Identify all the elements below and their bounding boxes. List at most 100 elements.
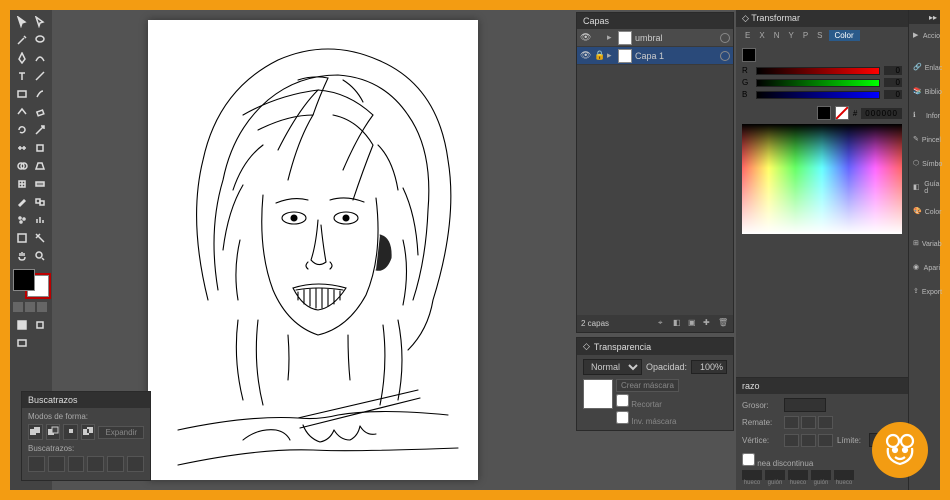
b-slider[interactable]	[756, 91, 880, 99]
g-slider[interactable]	[756, 79, 880, 87]
merge-icon[interactable]	[68, 456, 85, 472]
symbols-panel-icon[interactable]: ⬡Símbo	[909, 152, 940, 176]
width-tool[interactable]	[13, 139, 31, 156]
magic-wand-tool[interactable]	[13, 31, 31, 48]
chevron-right-icon[interactable]: ▸	[607, 50, 615, 61]
object-thumbnail[interactable]	[583, 379, 613, 409]
crop-icon[interactable]	[87, 456, 104, 472]
none-mode-icon[interactable]	[37, 302, 47, 312]
layer-name[interactable]: Capa 1	[635, 51, 717, 61]
trim-icon[interactable]	[48, 456, 65, 472]
minus-front-icon[interactable]	[46, 424, 61, 440]
shaper-tool[interactable]	[13, 103, 31, 120]
blend-tool[interactable]	[32, 193, 50, 210]
column-graph-tool[interactable]	[32, 211, 50, 228]
curvature-tool[interactable]	[32, 49, 50, 66]
target-icon[interactable]	[720, 51, 730, 61]
delete-layer-icon[interactable]: 🗑	[718, 318, 729, 329]
dash-input[interactable]	[742, 470, 762, 480]
appearance-panel-icon[interactable]: ◉Apari	[909, 256, 940, 280]
new-layer-icon[interactable]: ✚	[703, 318, 714, 329]
lasso-tool[interactable]	[32, 31, 50, 48]
g-value[interactable]: 0	[884, 78, 902, 87]
info-panel-icon[interactable]: ℹInfor	[909, 104, 940, 128]
target-icon[interactable]	[720, 33, 730, 43]
zoom-tool[interactable]	[32, 247, 50, 264]
free-transform-tool[interactable]	[32, 139, 50, 156]
actions-panel-icon[interactable]: ▶Accio	[909, 24, 940, 48]
clip-checkbox[interactable]: Recortar	[616, 394, 679, 409]
brushes-panel-icon[interactable]: ✎Pincel	[909, 128, 940, 152]
dash-input[interactable]	[788, 470, 808, 480]
direct-selection-tool[interactable]	[32, 13, 50, 30]
cap-butt-icon[interactable]	[784, 416, 799, 429]
symbol-sprayer-tool[interactable]	[13, 211, 31, 228]
eraser-tool[interactable]	[32, 103, 50, 120]
selection-tool[interactable]	[13, 13, 31, 30]
rotate-tool[interactable]	[13, 121, 31, 138]
pathfinder-header[interactable]: Buscatrazos	[22, 392, 150, 408]
change-screen-icon[interactable]	[32, 334, 50, 351]
type-tool[interactable]	[13, 67, 31, 84]
color-spectrum[interactable]	[742, 124, 902, 234]
perspective-tool[interactable]	[32, 157, 50, 174]
gap-input[interactable]	[765, 470, 785, 480]
invert-checkbox[interactable]: Inv. máscara	[616, 411, 679, 426]
color-mode-c[interactable]: Color	[829, 30, 860, 41]
mesh-tool[interactable]	[13, 175, 31, 192]
asset-export-panel-icon[interactable]: ⇪Export	[909, 280, 940, 304]
expand-button[interactable]: Expandir	[98, 426, 144, 439]
exclude-icon[interactable]	[81, 424, 96, 440]
transform-panel-header[interactable]: ◇ Transformar	[736, 10, 908, 27]
libraries-panel-icon[interactable]: 📚Biblio	[909, 80, 940, 104]
unite-icon[interactable]	[28, 424, 43, 440]
color-guide-panel-icon[interactable]: ◧Guía d	[909, 176, 940, 200]
fill-stroke-swatches[interactable]	[13, 269, 49, 297]
stroke-weight-input[interactable]	[784, 398, 826, 412]
color-mode-x[interactable]: X	[756, 30, 767, 41]
color-mode-y[interactable]: Y	[785, 30, 796, 41]
variables-panel-icon[interactable]: ⊞Variab	[909, 232, 940, 256]
r-slider[interactable]	[756, 67, 880, 75]
strip-expand-icon[interactable]: ▸▸	[909, 10, 940, 24]
line-tool[interactable]	[32, 67, 50, 84]
pen-tool[interactable]	[13, 49, 31, 66]
r-value[interactable]: 0	[884, 66, 902, 75]
visibility-icon[interactable]: 👁	[580, 50, 591, 61]
gradient-tool[interactable]	[32, 175, 50, 192]
artboard-tool[interactable]	[13, 229, 31, 246]
outline-icon[interactable]	[107, 456, 124, 472]
dash-checkbox[interactable]	[742, 453, 755, 466]
rectangle-tool[interactable]	[13, 85, 31, 102]
eyedropper-tool[interactable]	[13, 193, 31, 210]
locate-layer-icon[interactable]: ⌖	[658, 318, 669, 329]
layer-name[interactable]: umbral	[635, 33, 717, 43]
lock-icon[interactable]: 🔒	[594, 50, 604, 61]
hand-tool[interactable]	[13, 247, 31, 264]
gradient-mode-icon[interactable]	[25, 302, 35, 312]
b-value[interactable]: 0	[884, 90, 902, 99]
dash-input[interactable]	[834, 470, 854, 480]
join-round-icon[interactable]	[801, 434, 816, 447]
color-mode-p[interactable]: P	[800, 30, 811, 41]
clip-mask-icon[interactable]: ◧	[673, 318, 684, 329]
scale-tool[interactable]	[32, 121, 50, 138]
minus-back-icon[interactable]	[127, 456, 144, 472]
layer-row[interactable]: 👁 ▸ umbral	[577, 29, 733, 47]
blend-mode-select[interactable]: Normal	[583, 359, 642, 375]
draw-normal-icon[interactable]	[13, 316, 31, 333]
screen-mode-icon[interactable]	[13, 334, 31, 351]
chevron-right-icon[interactable]: ▸	[607, 32, 615, 43]
active-color-swatch[interactable]	[817, 106, 831, 120]
color-themes-panel-icon[interactable]: 🎨Color	[909, 200, 940, 224]
cap-square-icon[interactable]	[818, 416, 833, 429]
intersect-icon[interactable]	[63, 424, 78, 440]
opacity-input[interactable]	[691, 360, 727, 374]
hex-value[interactable]: 000000	[861, 108, 902, 119]
draw-behind-icon[interactable]	[32, 316, 50, 333]
layers-panel-header[interactable]: Capas	[577, 13, 733, 29]
color-mode-e[interactable]: E	[742, 30, 753, 41]
fill-color-swatch[interactable]	[742, 48, 756, 62]
make-mask-button[interactable]: Crear máscara	[616, 379, 679, 392]
transparency-header[interactable]: ◇ Transparencia	[577, 338, 733, 355]
